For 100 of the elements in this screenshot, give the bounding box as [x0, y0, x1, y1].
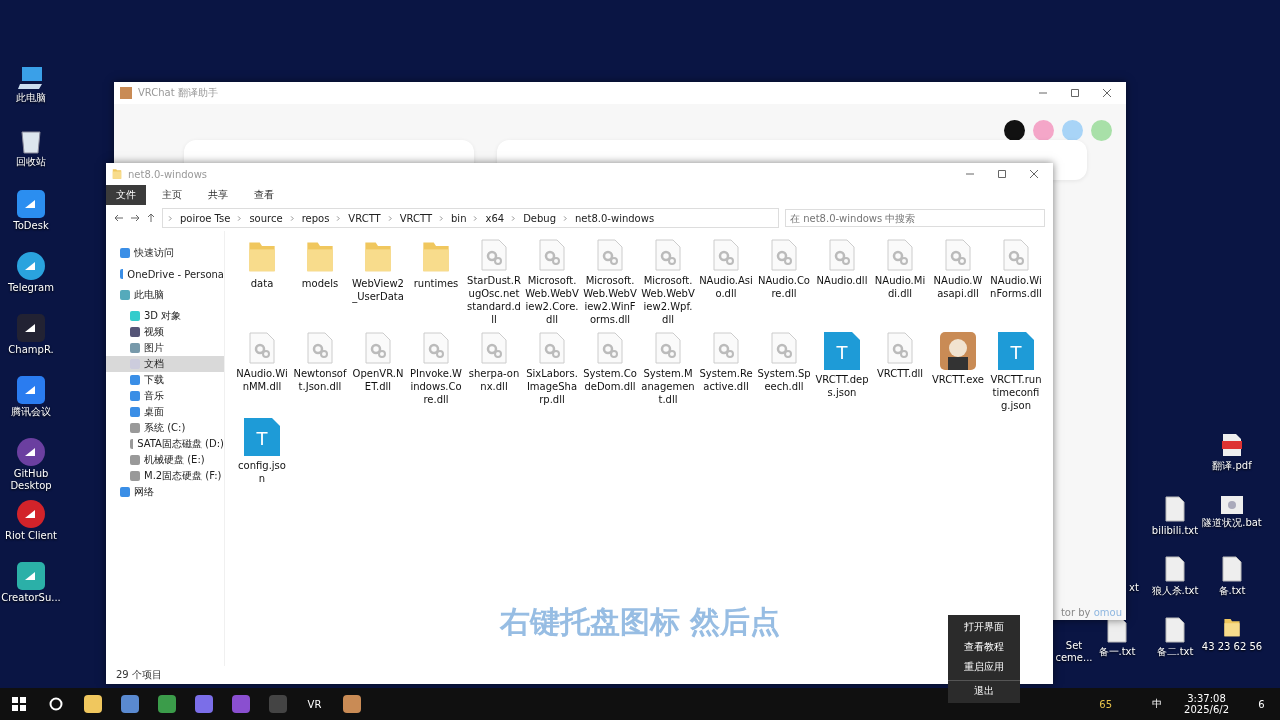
desktop-icon-label[interactable]: 备二.txt [1156, 646, 1194, 658]
close-icon[interactable] [1029, 169, 1039, 179]
file-name[interactable]: Newtonsoft.Json.dll [293, 367, 347, 393]
chevron-icon[interactable] [562, 214, 570, 222]
sidebar-item[interactable]: 快速访问 [106, 245, 224, 261]
file-name[interactable]: StarDust.RugOsc.netstandard.dll [467, 274, 521, 326]
address-bar[interactable]: poiroe Tse source repos VRCTT VRCTT bin x64 Debug net8.0-windows [162, 208, 779, 228]
sidebar-item[interactable]: M.2固态硬盘 (F:) [106, 468, 224, 484]
desktop-icon-label[interactable]: ToDesk [13, 220, 49, 232]
chevron-icon[interactable] [288, 214, 296, 222]
file-name[interactable]: SixLabors.ImageSharp.dll [525, 367, 579, 406]
desktop-icon-label[interactable]: 此电脑 [16, 92, 46, 104]
file-name[interactable]: NAudio.Core.dll [757, 274, 811, 300]
breadcrumb[interactable]: VRCTT [399, 212, 432, 224]
file-name[interactable]: Microsoft.Web.WebView2.WinForms.dll [583, 274, 637, 326]
close-icon[interactable] [1102, 88, 1112, 98]
breadcrumb[interactable]: poiroe Tse [180, 212, 231, 224]
clock-time[interactable]: 3:37:08 [1187, 693, 1226, 704]
breadcrumb[interactable]: VRCTT [348, 212, 381, 224]
file-name[interactable]: config.json [235, 459, 289, 485]
file-name[interactable]: PInvoke.Windows.Core.dll [409, 367, 463, 406]
desktop-icon-label[interactable]: Set ceme... [1054, 640, 1094, 664]
breadcrumb[interactable]: x64 [485, 212, 505, 224]
theme-swatch[interactable] [1091, 120, 1112, 141]
file-name[interactable]: NAudio.Asio.dll [699, 274, 753, 300]
ribbon-tab[interactable]: 查看 [244, 185, 284, 205]
desktop-icon-label[interactable]: 备.txt [1218, 585, 1246, 597]
breadcrumb[interactable]: net8.0-windows [575, 212, 655, 224]
taskbar-app[interactable]: VR [296, 688, 333, 720]
theme-swatch[interactable] [1004, 120, 1025, 141]
sidebar-item[interactable]: 图片 [106, 340, 224, 356]
sidebar-item[interactable]: 视频 [106, 324, 224, 340]
desktop-icon-label[interactable]: 43 23 62 56 [1201, 640, 1263, 653]
file-name[interactable]: System.CodeDom.dll [583, 367, 637, 393]
file-name[interactable]: sherpa-onnx.dll [467, 367, 521, 393]
menu-item[interactable]: 查看教程 [948, 637, 1020, 657]
chevron-icon[interactable] [167, 214, 174, 222]
desktop-icon-label[interactable]: 狼人杀.txt [1151, 585, 1199, 597]
sidebar-item[interactable]: 下载 [106, 372, 224, 388]
sidebar-item[interactable]: 文档 [106, 356, 224, 372]
file-name[interactable]: data [235, 276, 289, 290]
sidebar-item[interactable]: OneDrive - Persona [106, 266, 224, 282]
theme-swatch[interactable] [1033, 120, 1054, 141]
desktop-icon-label[interactable]: ChampR. [8, 344, 54, 356]
file-name[interactable]: VRCTT.exe [931, 373, 985, 386]
file-name[interactable]: NAudio.Wasapi.dll [931, 274, 985, 300]
file-name[interactable]: WebView2_UserData [351, 276, 405, 303]
file-name[interactable]: NAudio.WinMM.dll [235, 367, 289, 393]
file-name[interactable]: NAudio.Midi.dll [873, 274, 927, 300]
input-method-indicator[interactable]: 中 [1152, 697, 1163, 711]
sidebar-item[interactable]: 网络 [106, 484, 224, 500]
file-name[interactable]: System.Speech.dll [757, 367, 811, 393]
sidebar-item[interactable]: 系统 (C:) [106, 420, 224, 436]
menu-item[interactable]: 打开界面 [948, 617, 1020, 637]
file-name[interactable]: NAudio.dll [815, 274, 869, 287]
desktop-icon-label[interactable]: bilibili.txt [1151, 525, 1199, 537]
ribbon-tab[interactable]: 共享 [198, 185, 238, 205]
chevron-icon[interactable] [335, 214, 343, 222]
desktop-icon-label[interactable]: Riot Client [5, 530, 57, 542]
up-arrow-icon[interactable] [146, 213, 156, 223]
desktop-icon-label[interactable]: Telegram [8, 282, 54, 294]
chevron-icon[interactable] [472, 214, 480, 222]
sidebar-item[interactable]: 机械硬盘 (E:) [106, 452, 224, 468]
desktop-icon-label[interactable]: 回收站 [16, 156, 46, 168]
chevron-icon[interactable] [236, 214, 244, 222]
sidebar-item[interactable]: SATA固态磁盘 (D:) [106, 436, 224, 452]
back-arrow-icon[interactable] [114, 213, 124, 223]
chevron-icon[interactable] [386, 214, 394, 222]
breadcrumb[interactable]: repos [301, 212, 330, 224]
file-name[interactable]: VRCTT.deps.json [815, 373, 869, 399]
forward-arrow-icon[interactable] [130, 213, 140, 223]
desktop-icon-label[interactable]: xt [1129, 582, 1139, 594]
desktop-icon-label[interactable]: GitHub Desktop [0, 468, 62, 492]
file-name[interactable]: OpenVR.NET.dll [351, 367, 405, 393]
maximize-icon[interactable] [1070, 88, 1080, 98]
search-field[interactable]: 在 net8.0-windows 中搜索 [785, 209, 1045, 227]
file-name[interactable]: Microsoft.Web.WebView2.Core.dll [525, 274, 579, 326]
file-name[interactable]: VRCTT.dll [873, 367, 927, 380]
notification-badge[interactable]: 6 [1243, 688, 1280, 720]
desktop-icon-label[interactable]: 隧道状况.bat [1202, 517, 1262, 529]
sidebar-item[interactable]: 桌面 [106, 404, 224, 420]
clock-date[interactable]: 2025/6/2 [1184, 704, 1229, 715]
file-name[interactable]: System.Management.dll [641, 367, 695, 406]
file-name[interactable]: NAudio.WinForms.dll [989, 274, 1043, 300]
breadcrumb[interactable]: Debug [523, 212, 557, 224]
file-name[interactable]: System.Reactive.dll [699, 367, 753, 393]
sidebar-item[interactable]: 此电脑 [106, 287, 224, 303]
desktop-icon-label[interactable]: 腾讯会议 [11, 406, 51, 418]
menu-item[interactable]: 重启应用 [948, 657, 1020, 677]
file-name[interactable]: Microsoft.Web.WebView2.Wpf.dll [641, 274, 695, 326]
theme-swatch[interactable] [1062, 120, 1083, 141]
breadcrumb[interactable]: source [249, 212, 283, 224]
file-name[interactable]: models [293, 276, 347, 290]
sidebar-item[interactable]: 3D 对象 [106, 308, 224, 324]
ribbon-tab[interactable]: 主页 [152, 185, 192, 205]
desktop-icon-label[interactable]: 备一.txt [1098, 646, 1136, 658]
breadcrumb[interactable]: bin [451, 212, 467, 224]
maximize-icon[interactable] [997, 169, 1007, 179]
chevron-icon[interactable] [438, 214, 445, 222]
sidebar-item[interactable]: 音乐 [106, 388, 224, 404]
